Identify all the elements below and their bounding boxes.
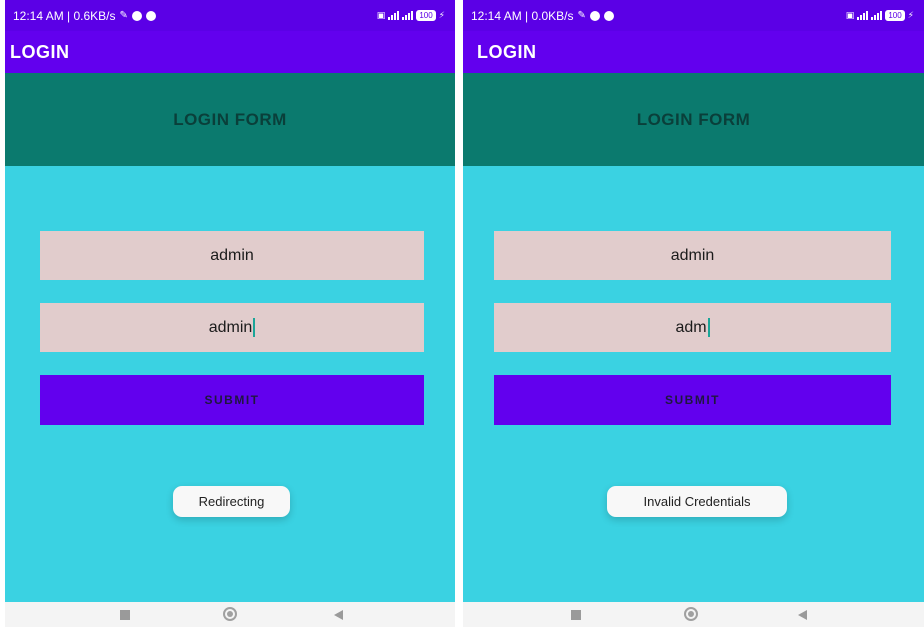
nav-home-icon[interactable] — [684, 607, 698, 621]
volte-icon: ▣ — [376, 10, 386, 20]
form-header: LOGIN FORM — [463, 73, 924, 166]
app-notification-icon-2 — [603, 10, 614, 21]
nav-recents-icon[interactable] — [571, 610, 581, 620]
phone-screen-right: 12:14 AM | 0.0KB/s ✎ ▣ 100 ⚡ LOGIN LOGIN… — [463, 0, 924, 627]
form-content: admin adm SUBMIT Invalid Credentials — [463, 166, 924, 602]
navigation-bar — [5, 602, 455, 627]
charging-icon: ⚡ — [907, 10, 914, 20]
status-bar: 12:14 AM | 0.0KB/s ✎ ▣ 100 ⚡ — [463, 0, 924, 31]
nav-home-icon[interactable] — [223, 607, 237, 621]
navigation-bar — [463, 602, 924, 627]
app-bar-title: LOGIN — [10, 42, 70, 62]
nav-back-icon[interactable] — [334, 610, 343, 620]
volte-icon: ▣ — [845, 10, 855, 20]
signal-icon — [857, 11, 869, 20]
status-time-network: 12:14 AM | 0.0KB/s — [471, 8, 574, 23]
password-value: admin — [208, 318, 253, 336]
password-input[interactable]: adm — [494, 303, 891, 352]
toast-message: Redirecting — [173, 486, 290, 517]
form-header: LOGIN FORM — [5, 73, 455, 166]
form-header-title: LOGIN FORM — [636, 109, 751, 129]
username-value: admin — [210, 246, 254, 264]
nav-back-icon[interactable] — [798, 610, 807, 620]
text-cursor — [253, 318, 256, 337]
app-notification-icon-2 — [145, 10, 156, 21]
signal-icon-2 — [871, 11, 883, 20]
submit-button-label: SUBMIT — [204, 393, 260, 407]
submit-button[interactable]: SUBMIT — [40, 375, 424, 425]
mute-icon: ✎ — [119, 10, 128, 21]
submit-button[interactable]: SUBMIT — [494, 375, 891, 425]
mute-icon: ✎ — [577, 10, 586, 21]
app-bar-title: LOGIN — [477, 42, 537, 62]
username-input[interactable]: admin — [40, 231, 424, 280]
status-time-network: 12:14 AM | 0.6KB/s — [13, 8, 116, 23]
username-value: admin — [670, 246, 715, 264]
battery-icon: 100 — [885, 10, 905, 21]
username-input[interactable]: admin — [494, 231, 891, 280]
password-value: adm — [675, 318, 707, 336]
toast-text: Invalid Credentials — [643, 494, 751, 509]
charging-icon: ⚡ — [438, 10, 445, 20]
app-bar: LOGIN — [463, 31, 924, 73]
text-cursor — [707, 318, 710, 337]
nav-recents-icon[interactable] — [120, 610, 130, 620]
signal-icon — [388, 11, 400, 20]
app-bar: LOGIN — [5, 31, 455, 73]
app-notification-icon — [131, 10, 142, 21]
password-input[interactable]: admin — [40, 303, 424, 352]
app-notification-icon — [589, 10, 600, 21]
status-bar: 12:14 AM | 0.6KB/s ✎ ▣ 100 ⚡ — [5, 0, 455, 31]
form-header-title: LOGIN FORM — [173, 109, 287, 129]
toast-text: Redirecting — [198, 494, 265, 509]
form-content: admin admin SUBMIT Redirecting — [5, 166, 455, 602]
battery-icon: 100 — [416, 10, 436, 21]
phone-screen-left: 12:14 AM | 0.6KB/s ✎ ▣ 100 ⚡ LOGIN LOGIN… — [5, 0, 455, 627]
signal-icon-2 — [402, 11, 414, 20]
submit-button-label: SUBMIT — [665, 393, 720, 407]
toast-message: Invalid Credentials — [607, 486, 787, 517]
